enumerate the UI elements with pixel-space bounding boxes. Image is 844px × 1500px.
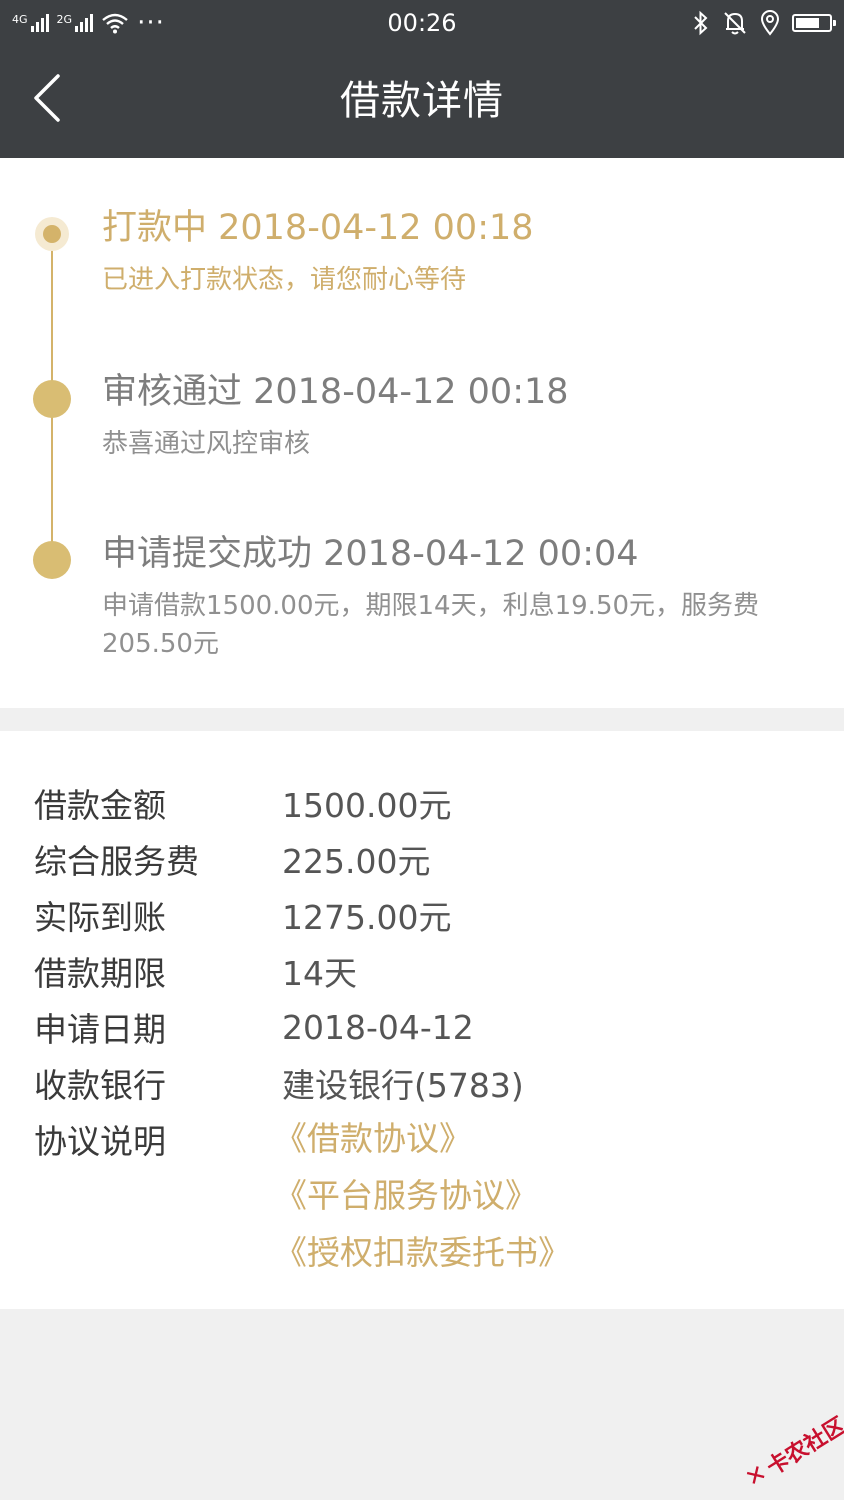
timeline-dot: [33, 380, 71, 418]
detail-value: 225.00元: [282, 842, 431, 881]
detail-row-receiving-bank: 收款银行 建设银行(5783): [34, 1055, 524, 1111]
watermark-text: 卡农社区: [762, 1413, 844, 1481]
detail-row-agreements: 协议说明: [34, 1111, 282, 1167]
app-header: 4G 2G ··· 00:26 借款详情: [0, 0, 844, 158]
timeline-step-desc: 已进入打款状态，请您耐心等待: [102, 265, 467, 295]
timeline-step-title: 审核通过 2018-04-12 00:18: [102, 372, 569, 412]
location-icon: [760, 10, 780, 36]
detail-value: 1275.00元: [282, 898, 452, 937]
timeline-dot-active: [35, 217, 69, 251]
agreement-link-debit-authorization[interactable]: 《授权扣款委托书》: [274, 1225, 571, 1281]
status-bar-right: [692, 8, 836, 38]
timeline-step-desc: 恭喜通过风控审核: [102, 429, 311, 459]
detail-label: 收款银行: [34, 1066, 166, 1105]
detail-label: 实际到账: [34, 898, 166, 937]
loan-details-card: 借款金额 1500.00元 综合服务费 225.00元 实际到账 1275.00…: [0, 731, 844, 1309]
detail-row-actual-received: 实际到账 1275.00元: [34, 887, 451, 943]
timeline-step-desc: 申请借款1500.00元，期限14天，利息19.50元，服务费205.50元: [102, 591, 760, 659]
detail-row-loan-term: 借款期限 14天: [34, 943, 357, 999]
detail-value: 14天: [282, 954, 357, 993]
detail-label: 借款金额: [34, 786, 166, 825]
detail-value: 建设银行(5783): [282, 1066, 524, 1105]
agreement-link-loan[interactable]: 《借款协议》: [274, 1111, 472, 1167]
detail-label: 综合服务费: [34, 842, 199, 881]
detail-label: 协议说明: [34, 1122, 166, 1161]
timeline-step-title: 申请提交成功 2018-04-12 00:04: [102, 534, 639, 574]
detail-label: 借款期限: [34, 954, 166, 993]
watermark-logo: ✕ 卡农社区: [739, 1408, 844, 1495]
timeline-step-title: 打款中 2018-04-12 00:18: [102, 208, 534, 248]
battery-icon: [792, 14, 836, 32]
bluetooth-icon: [694, 10, 708, 36]
page-title: 借款详情: [340, 78, 504, 124]
detail-label: 申请日期: [34, 1010, 166, 1049]
loan-progress-timeline: 打款中 2018-04-12 00:18 已进入打款状态，请您耐心等待 审核通过…: [0, 158, 844, 708]
timeline-dot: [33, 541, 71, 579]
detail-row-loan-amount: 借款金额 1500.00元: [34, 775, 451, 831]
detail-value: 1500.00元: [282, 786, 452, 825]
agreement-link-platform-service[interactable]: 《平台服务协议》: [274, 1168, 538, 1224]
detail-value: 2018-04-12: [282, 1007, 474, 1047]
detail-row-apply-date: 申请日期 2018-04-12: [34, 999, 474, 1055]
detail-row-service-fee: 综合服务费 225.00元: [34, 831, 430, 887]
mute-bell-icon: [724, 12, 746, 35]
